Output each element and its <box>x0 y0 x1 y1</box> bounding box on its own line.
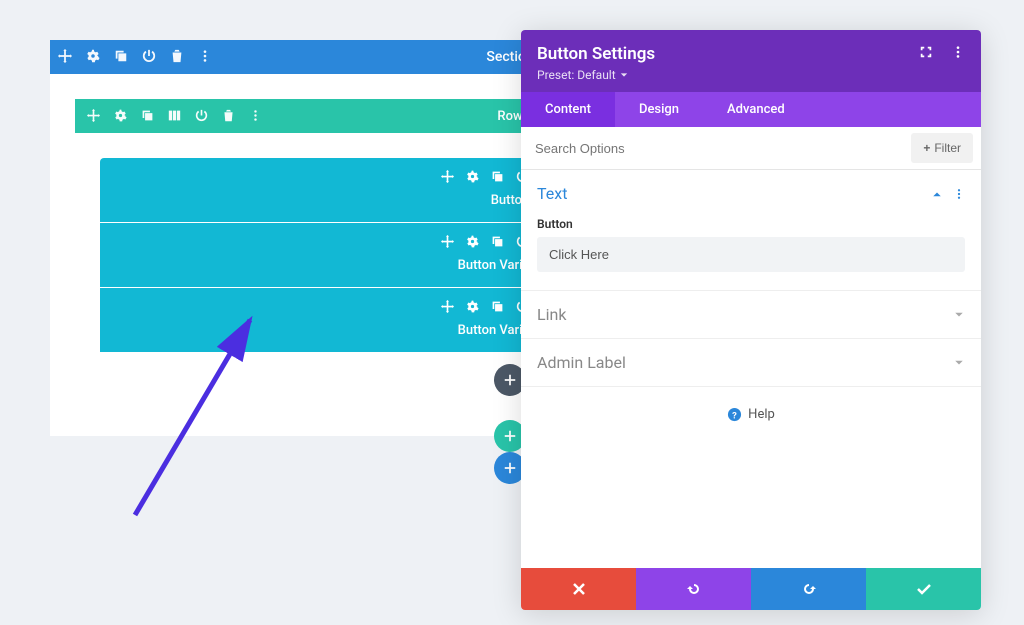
settings-panel: Button Settings Preset: Default Content … <box>521 30 981 610</box>
trash-icon[interactable] <box>222 107 235 126</box>
cancel-button[interactable] <box>521 568 636 610</box>
help-icon: ? <box>727 407 742 422</box>
panel-tabs: Content Design Advanced <box>521 92 981 127</box>
tab-content[interactable]: Content <box>521 92 615 127</box>
accordion-admin-label[interactable]: Admin Label <box>521 339 981 386</box>
duplicate-icon[interactable] <box>491 233 504 252</box>
move-icon[interactable] <box>58 48 72 67</box>
duplicate-icon[interactable] <box>491 168 504 187</box>
chevron-down-icon <box>953 357 965 369</box>
move-icon[interactable] <box>441 168 454 187</box>
svg-text:?: ? <box>732 410 737 421</box>
move-icon[interactable] <box>87 107 100 126</box>
help-link[interactable]: ? Help <box>521 387 981 442</box>
move-icon[interactable] <box>441 233 454 252</box>
gear-icon[interactable] <box>114 107 127 126</box>
more-icon[interactable] <box>951 44 965 64</box>
button-text-input[interactable] <box>537 237 965 272</box>
duplicate-icon[interactable] <box>491 298 504 317</box>
trash-icon[interactable] <box>170 48 184 67</box>
accordion-text[interactable]: Text <box>521 170 981 217</box>
accordion-link[interactable]: Link <box>521 291 981 338</box>
move-icon[interactable] <box>441 298 454 317</box>
tab-advanced[interactable]: Advanced <box>703 92 809 127</box>
tab-design[interactable]: Design <box>615 92 703 127</box>
field-label-button: Button <box>537 217 965 231</box>
more-icon[interactable] <box>198 48 212 67</box>
search-input[interactable] <box>521 129 903 168</box>
panel-title: Button Settings <box>537 44 655 64</box>
duplicate-icon[interactable] <box>141 107 154 126</box>
save-button[interactable] <box>866 568 981 610</box>
columns-icon[interactable] <box>168 107 181 126</box>
undo-button[interactable] <box>636 568 751 610</box>
panel-header[interactable]: Button Settings Preset: Default <box>521 30 981 92</box>
gear-icon[interactable] <box>466 298 479 317</box>
chevron-up-icon <box>931 188 943 200</box>
redo-button[interactable] <box>751 568 866 610</box>
more-icon[interactable] <box>953 188 965 200</box>
row-title: Row <box>497 109 522 124</box>
chevron-down-icon <box>953 309 965 321</box>
gear-icon[interactable] <box>86 48 100 67</box>
more-icon[interactable] <box>249 107 262 126</box>
gear-icon[interactable] <box>466 168 479 187</box>
preset-selector[interactable]: Preset: Default <box>537 68 965 82</box>
duplicate-icon[interactable] <box>114 48 128 67</box>
power-icon[interactable] <box>142 48 156 67</box>
power-icon[interactable] <box>195 107 208 126</box>
gear-icon[interactable] <box>466 233 479 252</box>
filter-button[interactable]: + Filter <box>911 133 973 163</box>
expand-icon[interactable] <box>919 44 933 64</box>
